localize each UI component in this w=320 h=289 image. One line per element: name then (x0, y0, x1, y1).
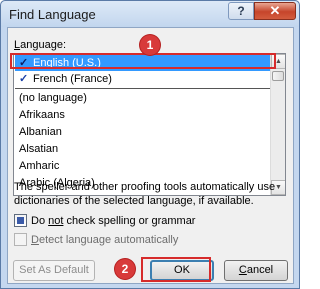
list-item-no-language[interactable]: (no language) (15, 90, 271, 106)
highlight-ok-button (141, 257, 211, 282)
close-button[interactable]: ✕ (254, 2, 296, 20)
spellcheck-icon: ✓ (19, 73, 29, 85)
list-item-albanian[interactable]: Albanian (15, 124, 271, 140)
step-badge-1: 1 (140, 35, 160, 55)
dialog-title: Find Language (9, 7, 96, 22)
find-language-dialog: Find Language ? ✕ Language: ✓ English (U.… (0, 0, 300, 289)
list-item-alsatian[interactable]: Alsatian (15, 141, 271, 157)
title-bar: Find Language ? ✕ (1, 1, 299, 27)
language-listbox[interactable]: ✓ English (U.S.) ✓ French (France) (no lan… (13, 53, 286, 196)
language-label: Language: (14, 39, 67, 51)
highlight-selected-language (10, 53, 276, 69)
scroll-thumb[interactable] (272, 71, 284, 81)
detect-language-option[interactable]: Detect language automatically (14, 233, 178, 246)
listbox-scrollbar[interactable]: ▲ ▼ (270, 54, 285, 195)
list-item-french-france[interactable]: ✓ French (France) (15, 71, 271, 87)
set-as-default-button[interactable]: Set As Default (13, 260, 95, 281)
list-separator (15, 88, 271, 89)
help-button[interactable]: ? (228, 2, 254, 20)
list-item-afrikaans[interactable]: Afrikaans (15, 107, 271, 123)
cancel-button[interactable]: Cancel (224, 260, 288, 281)
step-badge-2: 2 (115, 259, 135, 279)
do-not-check-option[interactable]: Do not check spelling or grammar (14, 214, 195, 227)
info-text: The speller and other proofing tools aut… (14, 181, 276, 207)
detect-language-checkbox[interactable] (14, 233, 27, 246)
list-item-amharic[interactable]: Amharic (15, 158, 271, 174)
do-not-check-checkbox[interactable] (14, 214, 27, 227)
